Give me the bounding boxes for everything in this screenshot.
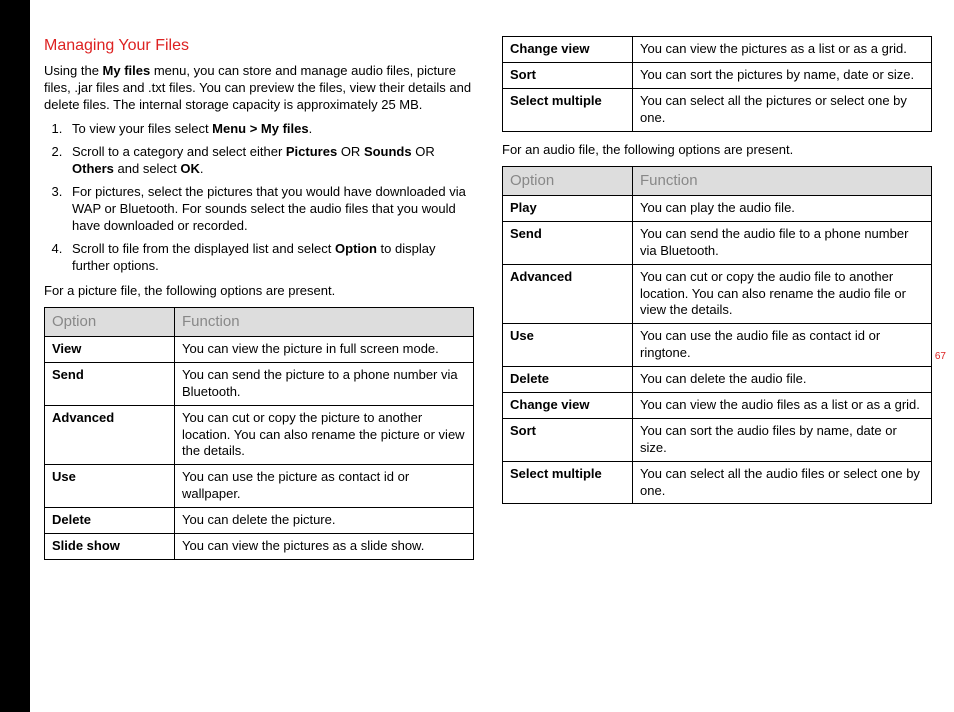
table-row: Change viewYou can view the audio files … [503,392,932,418]
col-function: Function [175,308,474,337]
picture-options-note: For a picture file, the following option… [44,283,474,300]
option-cell: Send [45,362,175,405]
function-cell: You can send the audio file to a phone n… [633,221,932,264]
bold-text: Menu > My files [212,121,308,136]
step-4: Scroll to file from the displayed list a… [66,241,474,275]
option-cell: Use [45,465,175,508]
function-cell: You can use the picture as contact id or… [175,465,474,508]
table-row: SortYou can sort the audio files by name… [503,418,932,461]
option-cell: Change view [503,392,633,418]
page-content: Managing Your Files Using the My files m… [44,36,934,570]
option-cell: Select multiple [503,461,633,504]
function-cell: You can sort the pictures by name, date … [633,62,932,88]
table-row: UseYou can use the picture as contact id… [45,465,474,508]
bold-text: OK [180,161,200,176]
table-row: Select multipleYou can select all the au… [503,461,932,504]
table-row: Select multipleYou can select all the pi… [503,88,932,131]
function-cell: You can cut or copy the picture to anoth… [175,405,474,465]
option-cell: Change view [503,37,633,63]
step-3: For pictures, select the pictures that y… [66,184,474,235]
table-row: Change viewYou can view the pictures as … [503,37,932,63]
table-row: AdvancedYou can cut or copy the picture … [45,405,474,465]
table-row: SendYou can send the audio file to a pho… [503,221,932,264]
col-option: Option [503,167,633,196]
function-cell: You can view the pictures as a list or a… [633,37,932,63]
col-function: Function [633,167,932,196]
intro-paragraph: Using the My files menu, you can store a… [44,63,474,114]
text: Scroll to file from the displayed list a… [72,241,335,256]
function-cell: You can view the audio files as a list o… [633,392,932,418]
option-cell: Delete [503,367,633,393]
option-cell: Slide show [45,534,175,560]
steps-list: To view your files select Menu > My file… [44,121,474,274]
function-cell: You can delete the picture. [175,508,474,534]
table-header-row: Option Function [503,167,932,196]
page-number: 67 [935,350,946,363]
bold-text: Option [335,241,377,256]
table-row: DeleteYou can delete the audio file. [503,367,932,393]
bold-text: My files [103,63,151,78]
left-column: Managing Your Files Using the My files m… [44,36,474,570]
text: . [309,121,313,136]
text: OR [337,144,364,159]
picture-options-table-continued: Change viewYou can view the pictures as … [502,36,932,132]
function-cell: You can send the picture to a phone numb… [175,362,474,405]
bold-text: Sounds [364,144,412,159]
option-cell: Sort [503,62,633,88]
bold-text: Pictures [286,144,337,159]
table-row: AdvancedYou can cut or copy the audio fi… [503,264,932,324]
table-row: ViewYou can view the picture in full scr… [45,336,474,362]
function-cell: You can sort the audio files by name, da… [633,418,932,461]
right-column: Change viewYou can view the pictures as … [502,36,932,570]
table-row: SendYou can send the picture to a phone … [45,362,474,405]
function-cell: You can play the audio file. [633,195,932,221]
function-cell: You can cut or copy the audio file to an… [633,264,932,324]
option-cell: View [45,336,175,362]
option-cell: Advanced [45,405,175,465]
step-1: To view your files select Menu > My file… [66,121,474,138]
col-option: Option [45,308,175,337]
step-2: Scroll to a category and select either P… [66,144,474,178]
option-cell: Delete [45,508,175,534]
table-header-row: Option Function [45,308,474,337]
table-row: UseYou can use the audio file as contact… [503,324,932,367]
option-cell: Select multiple [503,88,633,131]
option-cell: Advanced [503,264,633,324]
function-cell: You can view the picture in full screen … [175,336,474,362]
bold-text: Others [72,161,114,176]
function-cell: You can select all the audio files or se… [633,461,932,504]
table-row: SortYou can sort the pictures by name, d… [503,62,932,88]
text: Scroll to a category and select either [72,144,286,159]
audio-options-table: Option Function PlayYou can play the aud… [502,166,932,504]
text: OR [412,144,435,159]
function-cell: You can view the pictures as a slide sho… [175,534,474,560]
option-cell: Use [503,324,633,367]
text: To view your files select [72,121,212,136]
function-cell: You can select all the pictures or selec… [633,88,932,131]
table-row: PlayYou can play the audio file. [503,195,932,221]
picture-options-table: Option Function ViewYou can view the pic… [44,307,474,559]
audio-options-note: For an audio file, the following options… [502,142,932,159]
text: Using the [44,63,103,78]
text: . [200,161,204,176]
page-title: Managing Your Files [44,36,474,57]
option-cell: Send [503,221,633,264]
function-cell: You can delete the audio file. [633,367,932,393]
sidebar-black-strip: Managing Your Files [0,0,30,712]
option-cell: Sort [503,418,633,461]
option-cell: Play [503,195,633,221]
function-cell: You can use the audio file as contact id… [633,324,932,367]
table-row: DeleteYou can delete the picture. [45,508,474,534]
text: and select [114,161,181,176]
table-row: Slide showYou can view the pictures as a… [45,534,474,560]
